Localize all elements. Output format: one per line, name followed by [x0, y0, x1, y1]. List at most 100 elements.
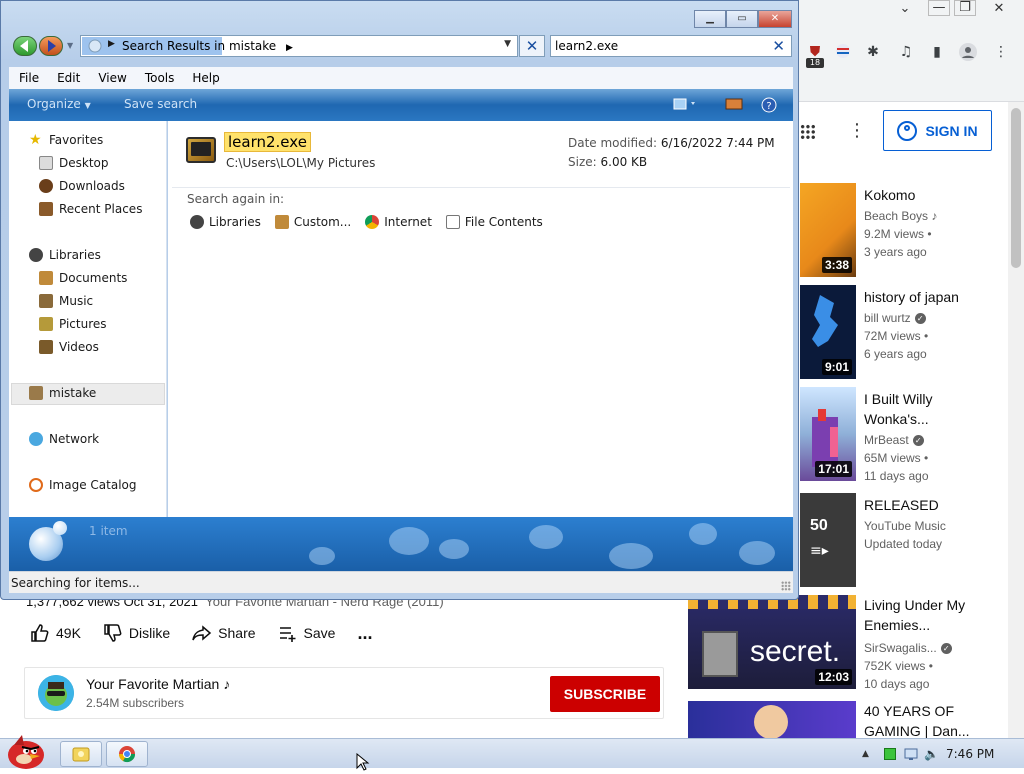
clear-search-icon[interactable]: ✕: [772, 37, 785, 55]
views-icon[interactable]: [673, 97, 695, 111]
clock[interactable]: 7:46 PM: [946, 747, 994, 761]
search-input[interactable]: [555, 38, 765, 54]
video-title[interactable]: RELEASED: [864, 495, 1004, 515]
recommendation-item[interactable]: 50 ≡▸ RELEASED YouTube Music Updated tod…: [800, 493, 1010, 587]
share-button[interactable]: Share: [192, 623, 256, 643]
taskbar-explorer-button[interactable]: [60, 741, 102, 767]
menu-view[interactable]: View: [98, 71, 126, 85]
navigation-pane: ★ Favorites Desktop Downloads Recent Plac…: [9, 121, 167, 517]
volume-icon[interactable]: 🔈: [924, 747, 939, 761]
recommendation-item[interactable]: secret. 12:03 Living Under My Enemies...…: [688, 595, 1008, 691]
puzzle-extensions-icon[interactable]: ✱: [864, 43, 882, 61]
video-thumbnail[interactable]: 9:01: [800, 285, 856, 379]
nav-network[interactable]: Network: [29, 432, 99, 446]
stop-search-button[interactable]: ✕: [519, 35, 545, 57]
save-search-button[interactable]: Save search: [124, 97, 197, 111]
explorer-window: ▁ ▭ ✕ ▼ ▶ Search Results in mistake ▶ ▼ …: [0, 0, 799, 600]
back-button[interactable]: [13, 36, 37, 56]
video-title[interactable]: I Built Willy Wonka's...: [864, 389, 974, 429]
menu-tools[interactable]: Tools: [145, 71, 175, 85]
organize-button[interactable]: Organize ▼: [27, 97, 91, 111]
thumbnail-face: [754, 705, 788, 738]
breadcrumb-arrow-icon[interactable]: ▶: [286, 43, 293, 53]
search-result-item[interactable]: learn2.exe C:\Users\LOL\My Pictures Date…: [182, 129, 788, 185]
playlist-thumbnail[interactable]: 50 ≡▸: [800, 493, 856, 587]
side-panel-icon[interactable]: ▮: [928, 43, 946, 61]
browser-menu-icon[interactable]: ⋮: [992, 43, 1010, 61]
result-file-name[interactable]: learn2.exe: [224, 132, 311, 152]
breadcrumb-arrow-icon[interactable]: ▶: [108, 39, 115, 49]
battery-icon[interactable]: [884, 748, 896, 760]
taskbar-chrome-button[interactable]: [106, 741, 148, 767]
breadcrumb-location[interactable]: mistake: [229, 39, 276, 53]
search-again-internet[interactable]: Internet: [365, 215, 432, 229]
resize-grip[interactable]: [781, 581, 791, 591]
menu-edit[interactable]: Edit: [57, 71, 80, 85]
video-title[interactable]: Living Under My Enemies...: [864, 595, 996, 635]
sign-in-button[interactable]: SIGN IN: [883, 110, 992, 151]
nav-documents[interactable]: Documents: [39, 271, 127, 285]
recommendation-item[interactable]: 3:38 Kokomo Beach Boys ♪ 9.2M views • 3 …: [800, 183, 1010, 277]
nav-favorites[interactable]: ★ Favorites: [29, 133, 103, 147]
video-title[interactable]: history of japan: [864, 287, 1004, 307]
subscriber-count: 2.54M subscribers: [86, 696, 185, 710]
nav-videos[interactable]: Videos: [39, 340, 99, 354]
like-button[interactable]: 49K: [30, 623, 81, 643]
channel-avatar[interactable]: [38, 675, 74, 711]
recommendation-item[interactable]: 9:01 history of japan bill wurtz ✓ 72M vi…: [800, 285, 1010, 379]
maximize-button[interactable]: ▭: [726, 10, 758, 28]
nav-music[interactable]: Music: [39, 294, 93, 308]
apps-grid-icon[interactable]: [800, 124, 816, 140]
restore-browser-button[interactable]: ❐: [954, 0, 976, 16]
nav-recent-places[interactable]: Recent Places: [39, 202, 142, 216]
address-dropdown-icon[interactable]: ▼: [504, 39, 511, 49]
profile-icon[interactable]: [959, 43, 977, 61]
channel-name[interactable]: Your Favorite Martian ♪: [86, 676, 230, 692]
start-button[interactable]: [4, 731, 50, 769]
media-control-icon[interactable]: ♫: [897, 43, 915, 61]
page-scrollbar-thumb[interactable]: [1011, 108, 1021, 268]
nav-libraries[interactable]: Libraries: [29, 248, 101, 262]
nav-image-catalog[interactable]: Image Catalog: [29, 478, 136, 492]
nav-pictures[interactable]: Pictures: [39, 317, 107, 331]
minimize-browser-button[interactable]: —: [928, 0, 950, 16]
video-thumbnail[interactable]: 3:38: [800, 183, 856, 277]
tray-expand-icon[interactable]: ▲: [862, 749, 869, 759]
nav-desktop[interactable]: Desktop: [39, 156, 109, 170]
minimize-button[interactable]: ▁: [694, 10, 726, 28]
search-again-libraries[interactable]: Libraries: [190, 215, 261, 229]
history-dropdown-icon[interactable]: ▼: [67, 41, 73, 50]
help-icon[interactable]: ?: [761, 97, 779, 113]
menu-help[interactable]: Help: [192, 71, 219, 85]
search-again-custom[interactable]: Custom...: [274, 215, 351, 229]
chevron-down-icon[interactable]: ⌄: [890, 0, 920, 18]
close-button[interactable]: ✕: [758, 10, 792, 28]
save-button[interactable]: Save: [278, 623, 336, 643]
flag-extension-icon[interactable]: [834, 43, 852, 61]
video-thumbnail[interactable]: 17:01: [800, 387, 856, 481]
nav-downloads[interactable]: Downloads: [39, 179, 125, 193]
menu-file[interactable]: File: [19, 71, 39, 85]
recommendation-item[interactable]: 17:01 I Built Willy Wonka's... MrBeast ✓ …: [800, 387, 1010, 483]
video-thumbnail[interactable]: secret. 12:03: [688, 595, 856, 689]
video-channel[interactable]: YouTube Music: [864, 517, 1004, 535]
search-box[interactable]: ✕: [550, 35, 792, 57]
recommendation-item[interactable]: 40 YEARS OF GAMING | Dan...: [688, 701, 1008, 738]
more-dots-icon: ...: [357, 622, 373, 643]
save-label: Save: [303, 625, 336, 641]
nav-mistake[interactable]: mistake: [29, 386, 96, 400]
breadcrumb-search-results[interactable]: Search Results in: [122, 39, 225, 53]
video-title[interactable]: 40 YEARS OF GAMING | Dan...: [864, 701, 996, 738]
more-actions-button[interactable]: ...: [357, 623, 372, 644]
more-options-icon[interactable]: ⋮: [848, 120, 866, 141]
preview-pane-icon[interactable]: [725, 97, 743, 111]
close-browser-button[interactable]: ✕: [984, 0, 1014, 18]
video-thumbnail[interactable]: [688, 701, 856, 738]
dislike-button[interactable]: Dislike: [103, 623, 170, 643]
forward-button[interactable]: [39, 36, 63, 56]
network-tray-icon[interactable]: [904, 747, 918, 761]
subscribe-button[interactable]: SUBSCRIBE: [550, 676, 660, 712]
search-again-file-contents[interactable]: File Contents: [445, 215, 543, 229]
video-title[interactable]: Kokomo: [864, 185, 1004, 205]
address-bar[interactable]: ▶ Search Results in mistake ▶ ▼: [80, 35, 518, 57]
